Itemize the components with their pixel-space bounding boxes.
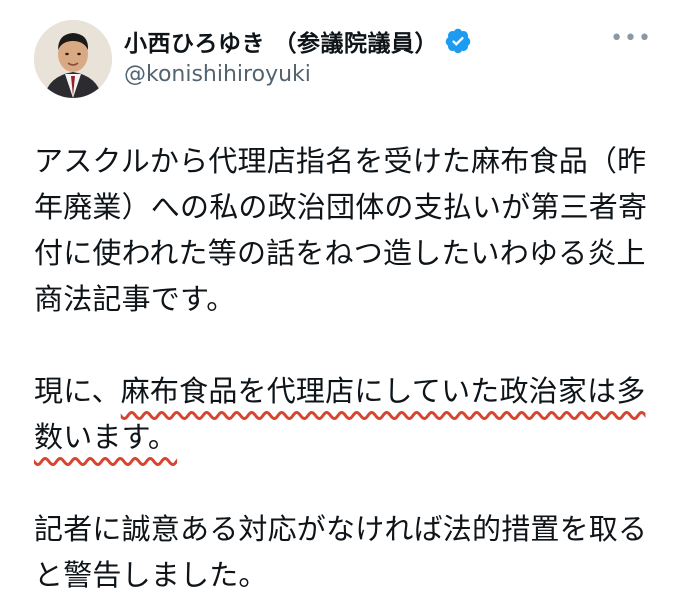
author-name-row[interactable]: 小西ひろゆき （参議院議員）	[124, 24, 472, 58]
tweet-paragraph-3: 記者に誠意ある対応がなければ法的措置を取ると警告しました。	[34, 512, 648, 592]
tweet-paragraph-1: アスクルから代理店指名を受けた麻布食品（昨年廃業）への私の政治団体の支払いが第三…	[34, 144, 648, 316]
more-options-icon[interactable]: •••	[610, 26, 652, 51]
profile-photo	[34, 20, 112, 98]
tweet-paragraph-2: 現に、麻布食品を代理店にしていた政治家は多数います。	[34, 368, 674, 460]
verified-badge-icon	[444, 27, 472, 55]
author-handle[interactable]: @konishihiroyuki	[124, 62, 311, 87]
tweet-header: 小西ひろゆき （参議院議員） @konishihiroyuki •••	[0, 0, 680, 110]
tweet-paragraph-2-lead: 現に、	[34, 374, 121, 408]
underlined-highlight: 麻布食品を代理店にしていた政治家は多数います。	[34, 374, 646, 454]
tweet-text: アスクルから代理店指名を受けた麻布食品（昨年廃業）への私の政治団体の支払いが第三…	[34, 138, 674, 598]
display-name[interactable]: 小西ひろゆき （参議院議員）	[124, 24, 438, 58]
avatar[interactable]	[34, 20, 112, 98]
